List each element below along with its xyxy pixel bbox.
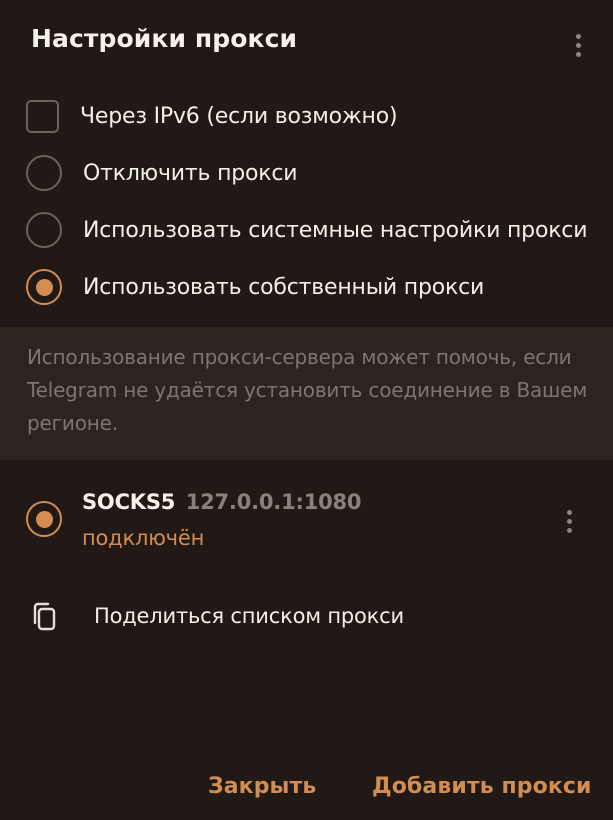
menu-dot — [566, 509, 572, 515]
more-vertical-icon[interactable] — [568, 27, 588, 63]
proxy-type: SOCKS5 — [82, 490, 176, 514]
close-button[interactable]: Закрыть — [208, 774, 316, 799]
proxy-select-radio[interactable] — [26, 501, 62, 537]
copy-icon — [33, 602, 56, 631]
menu-dot — [566, 527, 572, 533]
share-proxy-list-label: Поделиться списком прокси — [94, 604, 404, 628]
proxy-address: 127.0.0.1:1080 — [185, 490, 362, 514]
disable-proxy-radio[interactable] — [26, 155, 62, 191]
custom-proxy-option[interactable]: Использовать собственный прокси — [26, 267, 484, 307]
proxy-settings-dialog: Настройки прокси Через IPv6 (если возмож… — [0, 0, 613, 820]
system-proxy-label: Использовать системные настройки прокси — [83, 217, 588, 243]
disable-proxy-option[interactable]: Отключить прокси — [26, 153, 298, 193]
ipv6-checkbox-label: Через IPv6 (если возможно) — [80, 103, 398, 129]
menu-dot — [566, 518, 572, 524]
proxy-status: подключён — [82, 526, 205, 550]
custom-proxy-label: Использовать собственный прокси — [83, 274, 485, 300]
menu-dot — [575, 33, 581, 39]
menu-dot — [575, 51, 581, 57]
ipv6-checkbox-option[interactable]: Через IPv6 (если возможно) — [26, 96, 398, 136]
dialog-title: Настройки прокси — [31, 24, 298, 53]
add-proxy-button[interactable]: Добавить прокси — [372, 774, 592, 799]
more-vertical-icon[interactable] — [559, 503, 579, 539]
ipv6-checkbox[interactable] — [26, 99, 59, 133]
menu-dot — [575, 42, 581, 48]
system-proxy-radio[interactable] — [26, 212, 62, 248]
share-proxy-list-button[interactable]: Поделиться списком прокси — [0, 592, 613, 644]
proxy-list-item[interactable]: SOCKS5 127.0.0.1:1080 подключён — [0, 478, 613, 568]
proxy-info-text: Использование прокси-сервера может помоч… — [0, 327, 613, 460]
custom-proxy-radio[interactable] — [26, 269, 62, 305]
system-proxy-option[interactable]: Использовать системные настройки прокси — [26, 210, 587, 250]
disable-proxy-label: Отключить прокси — [83, 160, 298, 186]
proxy-title: SOCKS5 127.0.0.1:1080 — [82, 490, 362, 514]
